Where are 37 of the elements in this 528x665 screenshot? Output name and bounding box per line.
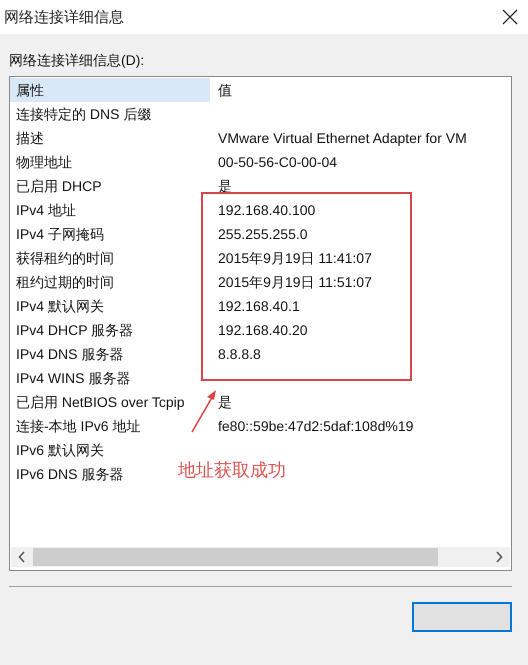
table-cell-text: 192.168.40.100 <box>217 201 316 220</box>
list-label: 网络连接详细信息(D): <box>9 52 146 70</box>
scrollbar-thumb[interactable] <box>33 548 438 566</box>
table-cell-text: 255.255.255.0 <box>217 225 308 244</box>
close-icon[interactable] <box>502 9 518 25</box>
table-cell-text: 已启用 NetBIOS over Tcpip <box>16 393 185 412</box>
column-header[interactable]: 值 <box>210 78 232 102</box>
table-cell-text: 连接-本地 IPv6 地址 <box>16 417 140 436</box>
window-title: 网络连接详细信息 <box>4 8 124 26</box>
table-cell-text: VMware Virtual Ethernet Adapter for VM <box>217 129 467 148</box>
table-cell-text: fe80::59be:47d2:5daf:108d%19 <box>217 417 414 436</box>
horizontal-scrollbar[interactable] <box>11 547 510 567</box>
table-cell-text: IPv6 DNS 服务器 <box>16 465 124 484</box>
table-cell-text: IPv4 DNS 服务器 <box>16 345 124 364</box>
column-header[interactable]: 属性 <box>10 78 210 102</box>
table-cell-text: 连接特定的 DNS 后缀 <box>16 105 152 124</box>
table-cell-text: 租约过期的时间 <box>16 273 114 292</box>
table-cell-text: 2015年9月19日 11:51:07 <box>217 273 372 292</box>
table-cell-text: 192.168.40.20 <box>217 321 308 340</box>
table-cell-text: IPv6 默认网关 <box>16 441 104 460</box>
table-cell-text: 00-50-56-C0-00-04 <box>217 153 338 172</box>
table-cell-text: IPv4 默认网关 <box>16 297 104 316</box>
table-cell-text: IPv4 子网掩码 <box>16 225 104 244</box>
table-cell-text: 是 <box>217 393 232 412</box>
table-cell-text: IPv4 WINS 服务器 <box>16 369 130 388</box>
close-button[interactable] <box>412 602 512 632</box>
table-cell-text: 获得租约的时间 <box>16 249 114 268</box>
table-cell-text: IPv4 地址 <box>16 201 76 220</box>
annotation-text: 地址获取成功 <box>178 459 286 482</box>
table-cell-text: IPv4 DHCP 服务器 <box>16 321 134 340</box>
table-cell-text: 8.8.8.8 <box>217 345 261 364</box>
table-cell-text: 2015年9月19日 11:41:07 <box>217 249 372 268</box>
table-cell-text: 描述 <box>16 129 44 148</box>
table-cell-text: 物理地址 <box>16 153 72 172</box>
table-cell-text: 192.168.40.1 <box>217 297 300 316</box>
annotation-arrow <box>191 390 216 432</box>
table-cell-text: 已启用 DHCP <box>16 177 102 196</box>
